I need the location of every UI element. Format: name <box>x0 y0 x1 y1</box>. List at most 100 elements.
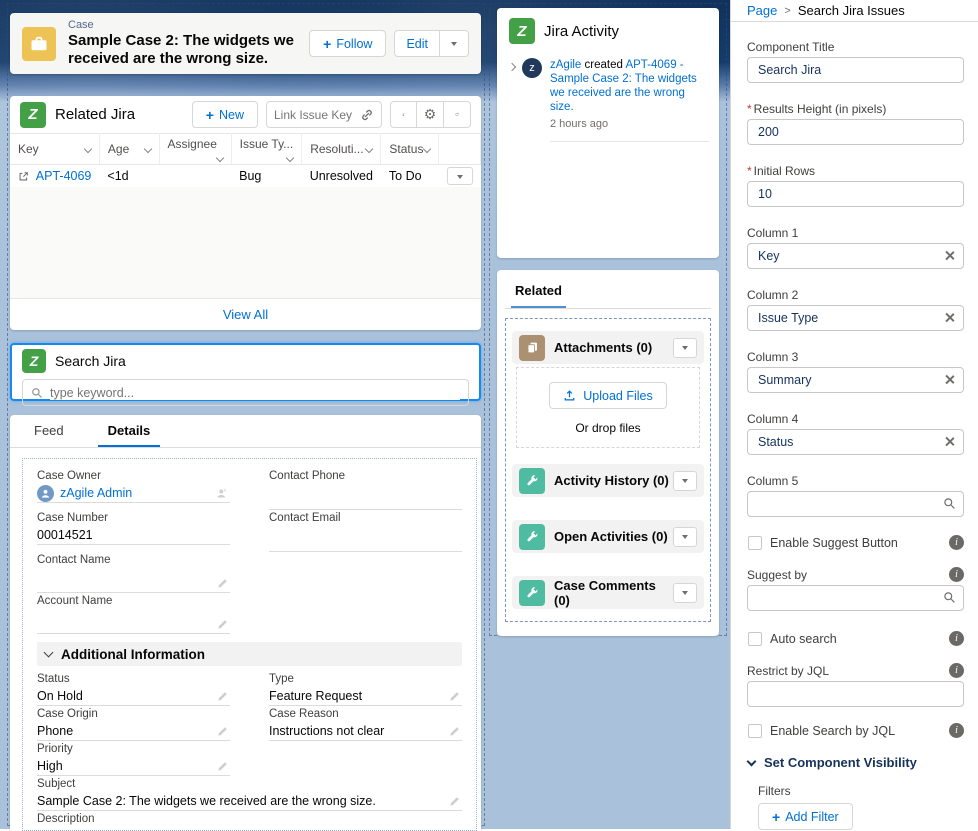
change-owner-icon[interactable] <box>216 487 228 499</box>
edit-pencil-icon[interactable] <box>217 726 228 737</box>
user-up-icon <box>402 108 405 121</box>
chevron-right-icon[interactable] <box>508 63 516 71</box>
chevron-down-icon <box>44 648 54 658</box>
field-results-height: *Results Height (in pixels) <box>747 102 964 145</box>
assign-user-button[interactable] <box>390 101 417 128</box>
column-header-age[interactable]: Age <box>99 134 159 165</box>
edit-button[interactable]: Edit <box>394 30 440 57</box>
info-icon[interactable]: i <box>949 535 964 550</box>
view-all-link[interactable]: View All <box>223 307 268 322</box>
case-owner-link[interactable]: zAgile Admin <box>60 484 132 502</box>
issue-key-cell: APT-4069 <box>10 165 99 188</box>
issue-key-link[interactable]: APT-4069 <box>36 169 92 183</box>
section-collapse-button[interactable] <box>673 338 697 358</box>
upload-files-button[interactable]: Upload Files <box>549 382 666 409</box>
plus-icon: + <box>206 107 214 123</box>
chevron-down-icon <box>457 175 463 182</box>
follow-button[interactable]: +Follow <box>309 30 386 57</box>
card-title: Search Jira <box>55 353 469 369</box>
suggest-by-input[interactable] <box>747 585 964 611</box>
enable-search-jql-checkbox[interactable] <box>748 724 762 738</box>
external-link-icon <box>18 171 29 182</box>
info-icon[interactable]: i <box>949 631 964 646</box>
add-filter-button[interactable]: + Add Filter <box>758 803 853 830</box>
chevron-down-icon <box>215 154 223 162</box>
set-component-visibility-toggle[interactable]: Set Component Visibility <box>748 755 964 770</box>
edit-pencil-icon[interactable] <box>217 578 228 589</box>
file-drop-zone[interactable]: Upload Files Or drop files <box>516 367 700 448</box>
activity-entry: z zAgile created APT-4069 - Sample Case … <box>497 52 719 142</box>
section-collapse-button[interactable] <box>673 527 697 547</box>
restrict-jql-input[interactable] <box>747 681 964 707</box>
activity-actor-link[interactable]: zAgile <box>550 59 581 71</box>
refresh-icon[interactable] <box>444 101 471 128</box>
link-issue-key-input[interactable] <box>274 108 360 122</box>
checkbox-row-enable-suggest: Enable Suggest Button i <box>747 535 964 550</box>
age-cell: <1d <box>99 165 159 188</box>
new-issue-button[interactable]: +New <box>192 101 258 128</box>
breadcrumb-page-link[interactable]: Page <box>747 3 777 18</box>
record-tabbar: Feed Details <box>10 415 481 448</box>
tab-related[interactable]: Related <box>511 283 566 308</box>
filters-label: Filters <box>758 784 964 798</box>
related-list-activity-history[interactable]: Activity History (0) <box>512 464 704 497</box>
activity-action: created <box>585 59 623 71</box>
column-header-resolution[interactable]: Resoluti... <box>302 134 381 165</box>
results-height-input[interactable] <box>747 119 964 145</box>
section-collapse-button[interactable] <box>673 471 697 491</box>
clear-icon[interactable] <box>944 312 955 323</box>
column-5-input[interactable] <box>747 491 964 517</box>
clear-icon[interactable] <box>944 250 955 261</box>
field-type: Type Feature Request <box>269 672 462 706</box>
row-actions-button[interactable] <box>447 167 473 185</box>
section-additional-information[interactable]: Additional Information <box>37 642 462 666</box>
chevron-down-icon <box>451 42 457 49</box>
field-contact-email: Contact Email <box>269 511 462 552</box>
column-2-input[interactable] <box>747 305 964 331</box>
info-icon[interactable]: i <box>949 567 964 582</box>
auto-search-checkbox[interactable] <box>748 632 762 646</box>
edit-pencil-icon[interactable] <box>217 619 228 630</box>
column-header-key[interactable]: Key <box>10 134 99 165</box>
edit-pencil-icon[interactable] <box>217 691 228 702</box>
chevron-down-icon <box>682 346 688 353</box>
info-icon[interactable]: i <box>949 663 964 678</box>
edit-pencil-icon[interactable] <box>449 691 460 702</box>
link-issue-key-field[interactable] <box>266 101 382 128</box>
search-jira-field[interactable] <box>22 379 469 406</box>
header-more-actions-button[interactable] <box>440 30 469 57</box>
edit-pencil-icon[interactable] <box>449 796 460 807</box>
section-collapse-button[interactable] <box>673 583 697 603</box>
initial-rows-input[interactable] <box>747 181 964 207</box>
field-contact-phone: Contact Phone <box>269 469 462 510</box>
column-4-input[interactable] <box>747 429 964 455</box>
edit-pencil-icon[interactable] <box>217 761 228 772</box>
column-header-assignee[interactable]: Assignee <box>159 134 231 165</box>
column-1-input[interactable] <box>747 243 964 269</box>
resolution-cell: Unresolved <box>302 165 381 188</box>
component-title-input[interactable] <box>747 57 964 83</box>
field-component-title: Component Title <box>747 40 964 83</box>
related-list-open-activities[interactable]: Open Activities (0) <box>512 520 704 553</box>
case-icon <box>22 27 56 61</box>
settings-gear-icon[interactable]: ⚙ <box>417 101 444 128</box>
enable-suggest-checkbox[interactable] <box>748 536 762 550</box>
search-jira-component[interactable]: Z Search Jira <box>10 343 481 401</box>
column-header-issue-type[interactable]: Issue Ty... <box>231 134 302 165</box>
tab-details[interactable]: Details <box>98 423 161 447</box>
avatar <box>37 485 54 502</box>
column-header-status[interactable]: Status <box>381 134 439 165</box>
column-3-input[interactable] <box>747 367 964 393</box>
page-title: Sample Case 2: The widgets we received a… <box>68 32 309 68</box>
related-list-attachments[interactable]: Attachments (0) <box>512 331 704 364</box>
search-keyword-input[interactable] <box>50 386 460 400</box>
edit-pencil-icon[interactable] <box>449 726 460 737</box>
field-case-owner: Case Owner zAgile Admin <box>37 469 230 510</box>
related-list-case-comments[interactable]: Case Comments (0) <box>512 576 704 609</box>
clear-icon[interactable] <box>944 374 955 385</box>
field-case-number: Case Number 00014521 <box>37 511 230 552</box>
clear-icon[interactable] <box>944 436 955 447</box>
checkbox-row-auto-search: Auto search i <box>747 631 964 646</box>
info-icon[interactable]: i <box>949 723 964 738</box>
tab-feed[interactable]: Feed <box>24 423 74 447</box>
